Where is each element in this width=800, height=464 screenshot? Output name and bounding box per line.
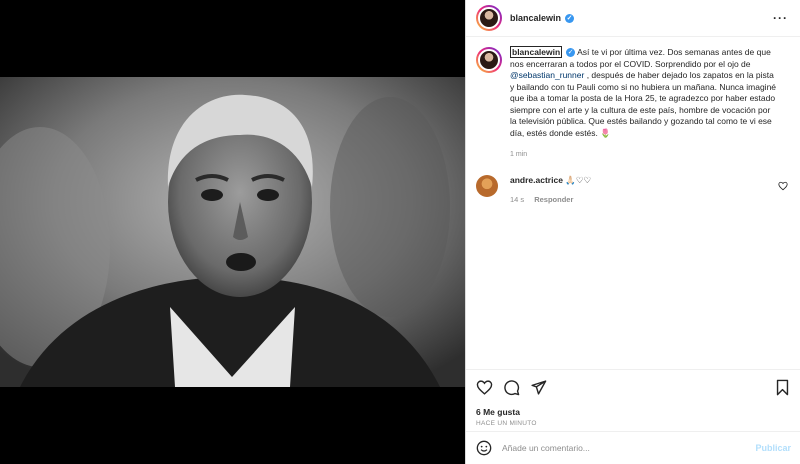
- publish-button[interactable]: Publicar: [755, 443, 791, 453]
- comment-icon[interactable]: [503, 379, 520, 396]
- comment-meta: 14 s Responder: [510, 195, 591, 204]
- caption-avatar[interactable]: [476, 47, 502, 73]
- comment-row: andre.actrice 🙏🏻♡♡ 14 s Responder: [476, 174, 788, 204]
- share-icon[interactable]: [530, 379, 547, 396]
- comments-list: blancalewin ✓ Así te vi por última vez. D…: [466, 37, 800, 367]
- caption-username[interactable]: blancalewin: [510, 46, 563, 58]
- post-media: [0, 0, 465, 464]
- likes-count[interactable]: 6 Me gusta: [476, 407, 791, 417]
- comment-time: 14 s: [510, 194, 525, 204]
- emoji-icon[interactable]: [476, 440, 492, 456]
- more-icon[interactable]: ···: [773, 11, 788, 25]
- comment-username[interactable]: andre.actrice: [510, 175, 563, 185]
- post-header: blancalewin ✓ ···: [466, 0, 800, 37]
- heart-icon[interactable]: [476, 379, 493, 396]
- header-username-text[interactable]: blancalewin: [510, 13, 561, 23]
- header-username[interactable]: blancalewin ✓: [510, 13, 575, 24]
- reply-button[interactable]: Responder: [534, 195, 573, 204]
- caption-row: blancalewin ✓ Así te vi por última vez. D…: [476, 46, 788, 161]
- caption-text-rest: , después de haber dejado los zapatos en…: [510, 70, 777, 138]
- post-sidebar: blancalewin ✓ ··· blancalewin ✓ Así te vi …: [465, 0, 800, 464]
- comment-composer: Publicar: [466, 431, 800, 464]
- comment-avatar[interactable]: [476, 174, 498, 197]
- comment-input[interactable]: [502, 443, 742, 453]
- verified-icon: ✓: [566, 48, 576, 58]
- avatar[interactable]: [476, 5, 502, 31]
- comment: andre.actrice 🙏🏻♡♡ 14 s Responder: [510, 175, 591, 204]
- photo-portrait: [0, 77, 465, 387]
- caption-mention[interactable]: @sebastian_runner: [510, 70, 584, 80]
- post-actions: 6 Me gusta HACE UN MINUTO: [466, 369, 800, 427]
- post-photo[interactable]: [0, 77, 465, 387]
- bookmark-icon[interactable]: [774, 379, 791, 396]
- action-icons: [476, 374, 791, 400]
- post-viewer: blancalewin ✓ ··· blancalewin ✓ Así te vi …: [0, 0, 800, 464]
- comment-text: 🙏🏻♡♡: [562, 174, 592, 185]
- comment-heart-icon[interactable]: [778, 181, 788, 191]
- verified-icon: ✓: [565, 14, 575, 24]
- caption: blancalewin ✓ Así te vi por última vez. D…: [510, 46, 778, 161]
- post-timestamp: HACE UN MINUTO: [476, 420, 537, 427]
- caption-time: 1 min: [510, 151, 528, 158]
